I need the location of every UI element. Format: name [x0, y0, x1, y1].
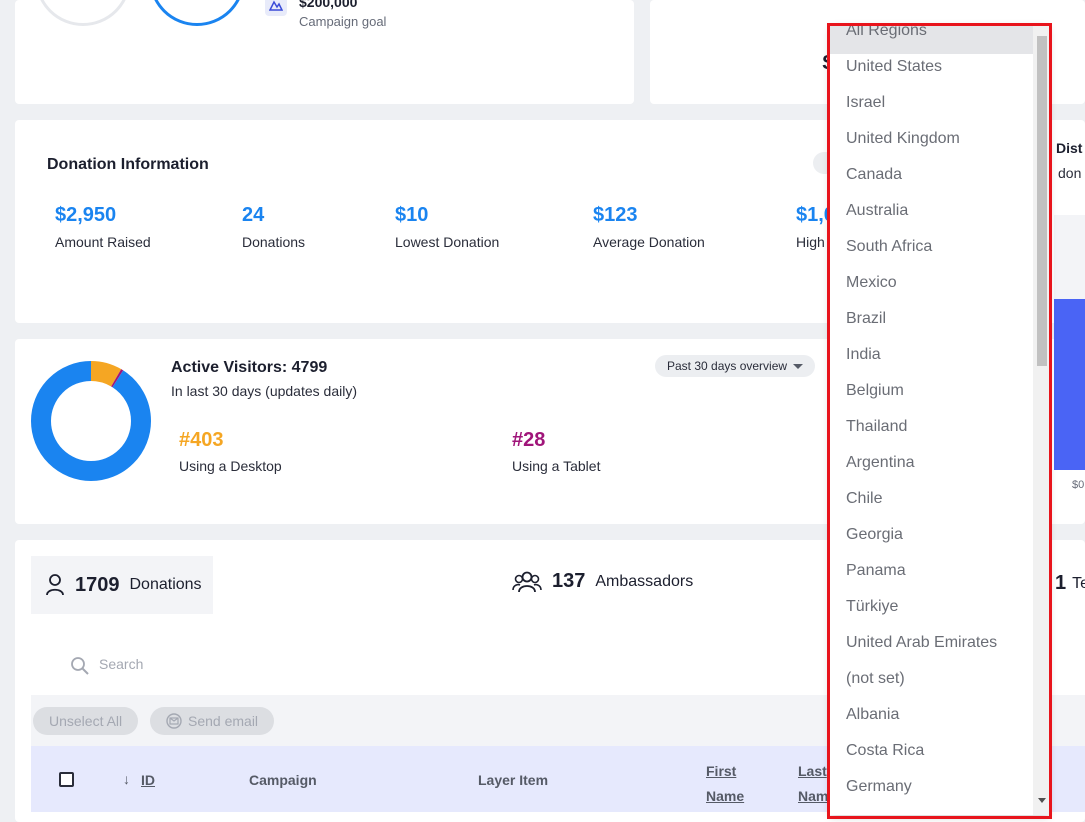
- donations-count: 1709: [75, 573, 120, 596]
- progress-ring: [149, 0, 245, 26]
- region-option[interactable]: Brazil: [830, 306, 1033, 342]
- select-all-checkbox[interactable]: [59, 772, 74, 787]
- region-option[interactable]: Georgia: [830, 522, 1033, 558]
- amount-raised-label: Amount Raised: [55, 234, 151, 250]
- active-visitors-subtitle: In last 30 days (updates daily): [171, 383, 357, 399]
- scroll-down-arrow-icon[interactable]: [1038, 798, 1046, 803]
- tab-ambassadors[interactable]: 137 Ambassadors: [512, 570, 693, 593]
- send-email-button[interactable]: Send email: [150, 707, 275, 735]
- unselect-all-button[interactable]: Unselect All: [33, 707, 139, 735]
- amount-raised-value: $2,950: [55, 204, 117, 226]
- last-name-line-2: Nam: [798, 788, 829, 804]
- lowest-donation-value: $10: [395, 204, 429, 226]
- chevron-down-icon: [793, 363, 804, 369]
- donut-segment-mobile: [31, 361, 151, 481]
- region-option[interactable]: Australia: [830, 198, 1033, 234]
- region-option[interactable]: (not set): [830, 666, 1033, 702]
- donations-tab-label: Donations: [129, 576, 202, 593]
- campaign-goal-value: $200,000: [299, 0, 358, 10]
- column-header-layer-item: Layer Item: [478, 772, 549, 788]
- send-email-label: Send email: [188, 713, 259, 729]
- search-icon: [71, 657, 89, 675]
- desktop-visitors-value: #403: [179, 429, 224, 451]
- email-icon: [166, 713, 182, 729]
- tablet-visitors-label: Using a Tablet: [512, 458, 601, 474]
- period-select-label: Past 30 days overview: [667, 359, 788, 373]
- ambassadors-tab-label: Ambassadors: [595, 572, 694, 590]
- region-option[interactable]: Belgium: [830, 378, 1033, 414]
- average-donation-value: $123: [593, 204, 638, 226]
- region-option[interactable]: Costa Rica: [830, 738, 1033, 774]
- chart-tick-label: $0: [1072, 479, 1085, 491]
- users-group-icon: [512, 571, 542, 592]
- chart-background: [1054, 215, 1085, 299]
- column-header-first-name[interactable]: First Name: [706, 759, 744, 809]
- chart-bar: [1054, 299, 1085, 470]
- region-option[interactable]: Albania: [830, 702, 1033, 738]
- visitors-donut-chart: [31, 361, 151, 481]
- donation-info-title: Donation Information: [47, 156, 209, 173]
- region-option[interactable]: All Regions: [830, 26, 1033, 54]
- ambassadors-count: 137: [552, 570, 586, 592]
- region-option[interactable]: United Kingdom: [830, 126, 1033, 162]
- last-name-line-1: Last: [798, 763, 827, 779]
- region-option[interactable]: Canada: [830, 162, 1033, 198]
- region-option[interactable]: Thailand: [830, 414, 1033, 450]
- teams-count: 1: [1055, 572, 1067, 594]
- lowest-donation-label: Lowest Donation: [395, 234, 500, 250]
- region-option[interactable]: Germany: [830, 774, 1033, 810]
- region-option[interactable]: Türkiye: [830, 594, 1033, 630]
- distribution-title: Dist: [1056, 140, 1083, 156]
- sort-arrow-icon[interactable]: ↓: [123, 771, 130, 787]
- teams-tab-label: Te: [1072, 574, 1085, 592]
- region-option[interactable]: United States: [830, 54, 1033, 90]
- desktop-visitors-label: Using a Desktop: [179, 458, 282, 474]
- column-header-last-name[interactable]: Last Nam: [798, 759, 828, 809]
- donations-value: 24: [242, 204, 265, 226]
- region-options: All Regions United States Israel United Kin…: [830, 26, 1033, 810]
- region-option[interactable]: Argentina: [830, 450, 1033, 486]
- tab-donations[interactable]: 1709 Donations: [31, 556, 213, 614]
- period-select[interactable]: Past 30 days overview: [655, 355, 816, 377]
- first-name-line-2: Name: [706, 788, 745, 804]
- region-option[interactable]: Israel: [830, 90, 1033, 126]
- column-header-id[interactable]: ID: [141, 772, 155, 788]
- region-dropdown-list[interactable]: All Regions United States Israel United Kin…: [830, 26, 1049, 815]
- user-icon: [46, 574, 64, 596]
- active-visitors-title: Active Visitors: 4799: [171, 359, 328, 376]
- region-option[interactable]: India: [830, 342, 1033, 378]
- region-option[interactable]: Panama: [830, 558, 1033, 594]
- progress-ring-empty: [35, 0, 131, 26]
- region-option[interactable]: Mexico: [830, 270, 1033, 306]
- dropdown-scrollbar[interactable]: [1033, 26, 1049, 815]
- column-header-campaign: Campaign: [249, 772, 317, 788]
- first-name-line-1: First: [706, 763, 737, 779]
- mountain-icon: [265, 0, 287, 16]
- search-input[interactable]: [99, 656, 399, 672]
- region-option[interactable]: United Arab Emirates: [830, 630, 1033, 666]
- campaign-summary-card: $200,000 Campaign goal: [15, 0, 634, 104]
- unselect-all-label: Unselect All: [49, 713, 123, 729]
- average-donation-label: Average Donation: [593, 234, 705, 250]
- region-option[interactable]: South Africa: [830, 234, 1033, 270]
- tab-teams[interactable]: 1 Te: [1055, 572, 1085, 595]
- region-option[interactable]: Chile: [830, 486, 1033, 522]
- donations-label: Donations: [242, 234, 306, 250]
- tablet-visitors-value: #28: [512, 429, 546, 451]
- campaign-goal-label: Campaign goal: [299, 14, 387, 29]
- scrollbar-thumb[interactable]: [1037, 36, 1047, 366]
- distribution-subtitle: don: [1058, 165, 1082, 181]
- highest-donation-label: High: [796, 234, 825, 250]
